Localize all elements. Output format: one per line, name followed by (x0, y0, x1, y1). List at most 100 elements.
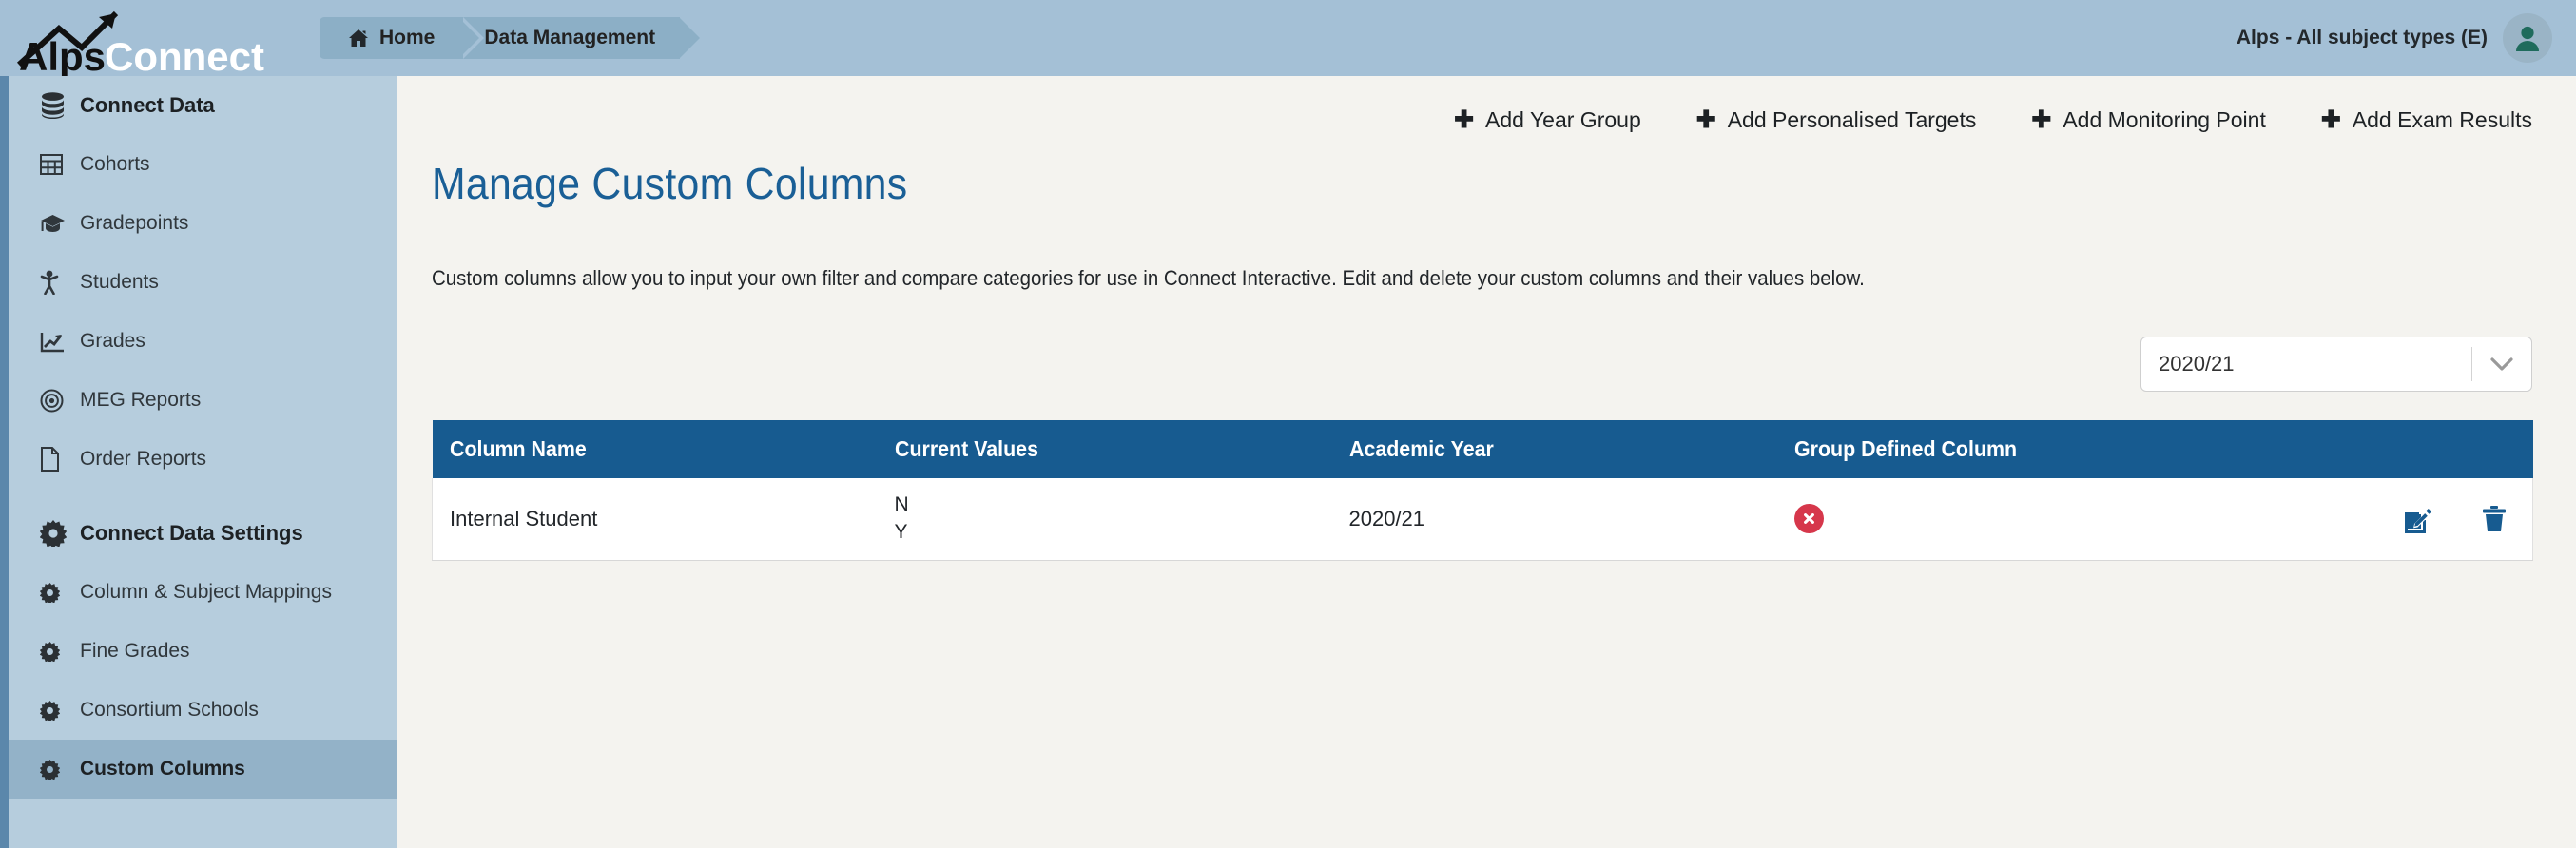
add-monitoring-point-button[interactable]: ✚ Add Monitoring Point (2031, 107, 2265, 133)
edit-pencil-square-icon[interactable] (2403, 505, 2431, 533)
academic-year-filter-row: 2020/21 (432, 337, 2532, 392)
chart-line-icon (40, 331, 80, 353)
cell-current-values: N Y (877, 478, 1332, 561)
sidebar-item-consortium-schools[interactable]: Consortium Schools (9, 681, 397, 740)
sidebar: Connect Data Cohorts Gradepoints Student… (0, 76, 397, 848)
home-icon (348, 29, 369, 48)
cell-column-name: Internal Student (432, 478, 878, 561)
sidebar-section-title: Connect Data Settings (80, 521, 303, 545)
plus-icon: ✚ (2320, 106, 2341, 133)
table-grid-icon (40, 154, 80, 175)
custom-columns-table-wrapper: Column Name Current Values Academic Year… (432, 420, 2533, 561)
page-title: Manage Custom Columns (432, 159, 908, 208)
target-bullseye-icon (40, 389, 80, 413)
gear-icon (40, 520, 80, 547)
column-header-group-defined-column[interactable]: Group Defined Column (1776, 420, 2310, 478)
gear-icon (40, 700, 80, 721)
academic-year-select[interactable]: 2020/21 (2140, 337, 2532, 392)
current-value-item: Y (894, 520, 908, 543)
cell-group-defined-column (1776, 478, 2310, 561)
app-logo[interactable]: Alps Connect (13, 0, 299, 76)
column-header-academic-year[interactable]: Academic Year (1331, 420, 1777, 478)
sidebar-item-fine-grades[interactable]: Fine Grades (9, 622, 397, 681)
top-header-bar: Alps Connect Home Data Management Alps -… (0, 0, 2576, 76)
cell-academic-year: 2020/21 (1331, 478, 1777, 561)
column-header-current-values[interactable]: Current Values (877, 420, 1332, 478)
cell-row-actions (2309, 478, 2533, 561)
sidebar-item-order-reports[interactable]: Order Reports (9, 430, 397, 489)
add-year-group-label: Add Year Group (1485, 106, 1641, 132)
table-body: Internal Student N Y 2020/21 (432, 478, 2533, 561)
sidebar-item-label: Custom Columns (80, 758, 245, 780)
table-row[interactable]: Internal Student N Y 2020/21 (432, 478, 2533, 561)
action-toolbar: ✚ Add Year Group ✚ Add Personalised Targ… (397, 76, 2576, 143)
add-year-group-button[interactable]: ✚ Add Year Group (1454, 107, 1641, 133)
plus-icon: ✚ (2031, 106, 2052, 133)
red-x-circle-icon (1793, 504, 1824, 534)
sidebar-item-label: Cohorts (80, 153, 150, 175)
sidebar-item-cohorts[interactable]: Cohorts (9, 135, 397, 194)
chevron-down-icon[interactable] (2472, 357, 2531, 372)
column-header-label: Column Name (449, 436, 587, 461)
graduation-cap-icon (40, 213, 80, 234)
academic-year-value: 2020/21 (2159, 352, 2235, 376)
custom-columns-table: Column Name Current Values Academic Year… (432, 420, 2533, 561)
column-header-label: Current Values (894, 436, 1038, 461)
sidebar-item-label: Consortium Schools (80, 699, 259, 721)
sidebar-section-connect-data-settings: Connect Data Settings (9, 504, 397, 563)
add-personalised-targets-label: Add Personalised Targets (1727, 106, 1977, 132)
column-header-actions (2309, 420, 2533, 478)
trash-can-icon[interactable] (2481, 505, 2508, 533)
add-exam-results-label: Add Exam Results (2352, 106, 2532, 132)
sidebar-item-label: Grades (80, 330, 145, 352)
alps-connect-logo-icon: Alps Connect (16, 10, 264, 76)
current-value-item: N (894, 493, 909, 516)
breadcrumb-item-home[interactable]: Home (320, 17, 485, 59)
table-header-row: Column Name Current Values Academic Year… (432, 420, 2533, 478)
page-description: Custom columns allow you to input your o… (432, 266, 1865, 290)
main-content: ✚ Add Year Group ✚ Add Personalised Targ… (397, 76, 2576, 848)
gear-icon (40, 582, 80, 603)
header-account-area: Alps - All subject types (E) (2237, 13, 2552, 63)
sidebar-item-grades[interactable]: Grades (9, 312, 397, 371)
account-label: Alps - All subject types (E) (2236, 27, 2488, 48)
content-body: Manage Custom Columns Custom columns all… (397, 158, 2576, 561)
plus-icon: ✚ (1695, 106, 1716, 133)
row-action-group (2327, 505, 2533, 533)
breadcrumb: Home Data Management (320, 17, 705, 59)
sidebar-item-custom-columns[interactable]: Custom Columns (9, 740, 397, 799)
sidebar-section-title: Connect Data (80, 93, 215, 117)
sidebar-item-label: Order Reports (80, 448, 207, 470)
student-person-icon (40, 270, 80, 295)
sidebar-item-label: Students (80, 271, 159, 293)
column-header-label: Group Defined Column (1793, 436, 2017, 461)
avatar[interactable] (2503, 13, 2552, 63)
sidebar-section-connect-data: Connect Data (9, 76, 397, 135)
breadcrumb-label-home: Home (379, 27, 436, 48)
add-personalised-targets-button[interactable]: ✚ Add Personalised Targets (1696, 107, 1977, 133)
svg-text:Connect: Connect (105, 34, 264, 76)
column-header-column-name[interactable]: Column Name (432, 420, 878, 478)
sidebar-item-label: Fine Grades (80, 640, 190, 662)
breadcrumb-item-data-management[interactable]: Data Management (459, 17, 705, 59)
sidebar-item-students[interactable]: Students (9, 253, 397, 312)
plus-icon: ✚ (1454, 106, 1475, 133)
add-exam-results-button[interactable]: ✚ Add Exam Results (2321, 107, 2532, 133)
user-avatar-icon (2516, 26, 2539, 51)
table-header: Column Name Current Values Academic Year… (432, 420, 2533, 478)
database-icon (40, 92, 80, 119)
sidebar-item-meg-reports[interactable]: MEG Reports (9, 371, 397, 430)
sidebar-item-label: MEG Reports (80, 389, 202, 411)
breadcrumb-label-data-management: Data Management (484, 27, 656, 48)
sidebar-item-label: Gradepoints (80, 212, 189, 234)
svg-text:Alps: Alps (19, 34, 106, 76)
sidebar-item-gradepoints[interactable]: Gradepoints (9, 194, 397, 253)
add-monitoring-point-label: Add Monitoring Point (2063, 106, 2266, 132)
column-header-label: Academic Year (1348, 436, 1494, 461)
gear-icon (40, 641, 80, 662)
file-page-icon (40, 447, 80, 472)
sidebar-item-label: Column & Subject Mappings (80, 581, 332, 603)
gear-icon (40, 759, 80, 780)
sidebar-item-column-subject-mappings[interactable]: Column & Subject Mappings (9, 563, 397, 622)
